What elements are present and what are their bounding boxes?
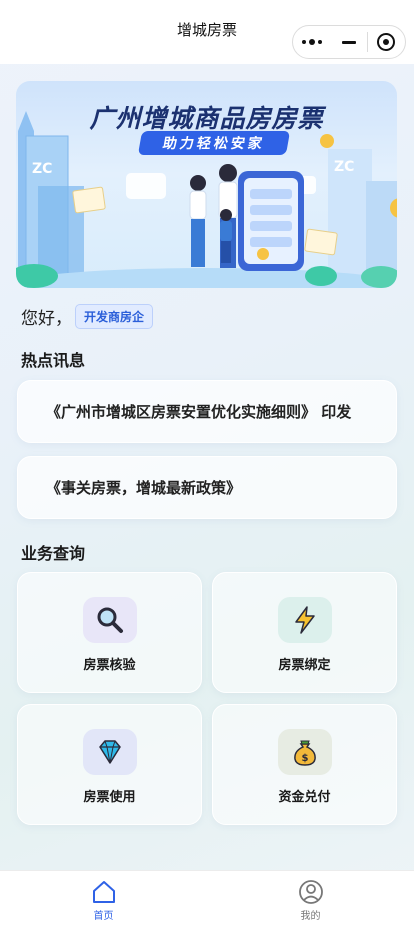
money-bag-icon: $ (278, 729, 332, 775)
banner-subtitle: 助力轻松安家 (137, 131, 291, 155)
role-badge: 开发商房企 (75, 304, 154, 329)
svg-text:ZC: ZC (334, 159, 354, 175)
svg-text:ZC: ZC (32, 161, 52, 177)
page-title: 增城房票 (176, 20, 237, 39)
user-icon (298, 880, 323, 904)
more-dots-icon (301, 39, 322, 45)
magnifier-icon (83, 597, 137, 643)
lightning-icon (278, 597, 332, 643)
news-item[interactable]: 《广州市增城区房票安置优化实施细则》 印发 (17, 380, 397, 443)
service-fund-payout[interactable]: $ 资金兑付 (212, 704, 397, 825)
service-label: 房票核验 (83, 658, 136, 673)
svg-text:$: $ (302, 753, 309, 764)
banner-title: 广州增城商品房房票 (89, 104, 324, 133)
service-ticket-verify[interactable]: 房票核验 (17, 572, 202, 693)
service-ticket-use[interactable]: 房票使用 (17, 704, 202, 825)
minimize-icon (341, 40, 356, 44)
close-target-icon (377, 33, 396, 51)
greeting-text: 您好， (21, 309, 72, 329)
more-button[interactable] (293, 26, 330, 58)
services-section-title: 业务查询 (21, 544, 86, 563)
top-bar: 增城房票 (0, 0, 414, 64)
mini-program-capsule (292, 25, 406, 59)
close-button[interactable] (368, 26, 405, 58)
diamond-icon (83, 729, 137, 775)
minimize-button[interactable] (330, 26, 367, 58)
tab-home-label: 首页 (93, 911, 114, 922)
bottom-tab-bar: 首页 我的 (0, 870, 414, 927)
tab-home[interactable]: 首页 (0, 871, 207, 927)
service-label: 房票使用 (83, 790, 136, 805)
service-ticket-bind[interactable]: 房票绑定 (212, 572, 397, 693)
service-label: 资金兑付 (278, 790, 331, 805)
news-item[interactable]: 《事关房票，增城最新政策》 (17, 456, 397, 519)
home-icon (92, 881, 115, 903)
news-section-title: 热点讯息 (21, 351, 86, 370)
service-label: 房票绑定 (278, 658, 331, 673)
tab-mine[interactable]: 我的 (207, 871, 414, 927)
promo-banner[interactable]: ZC ZC 广州增城商品房房票 助力轻松安家 (16, 81, 397, 288)
tab-mine-label: 我的 (300, 911, 321, 922)
